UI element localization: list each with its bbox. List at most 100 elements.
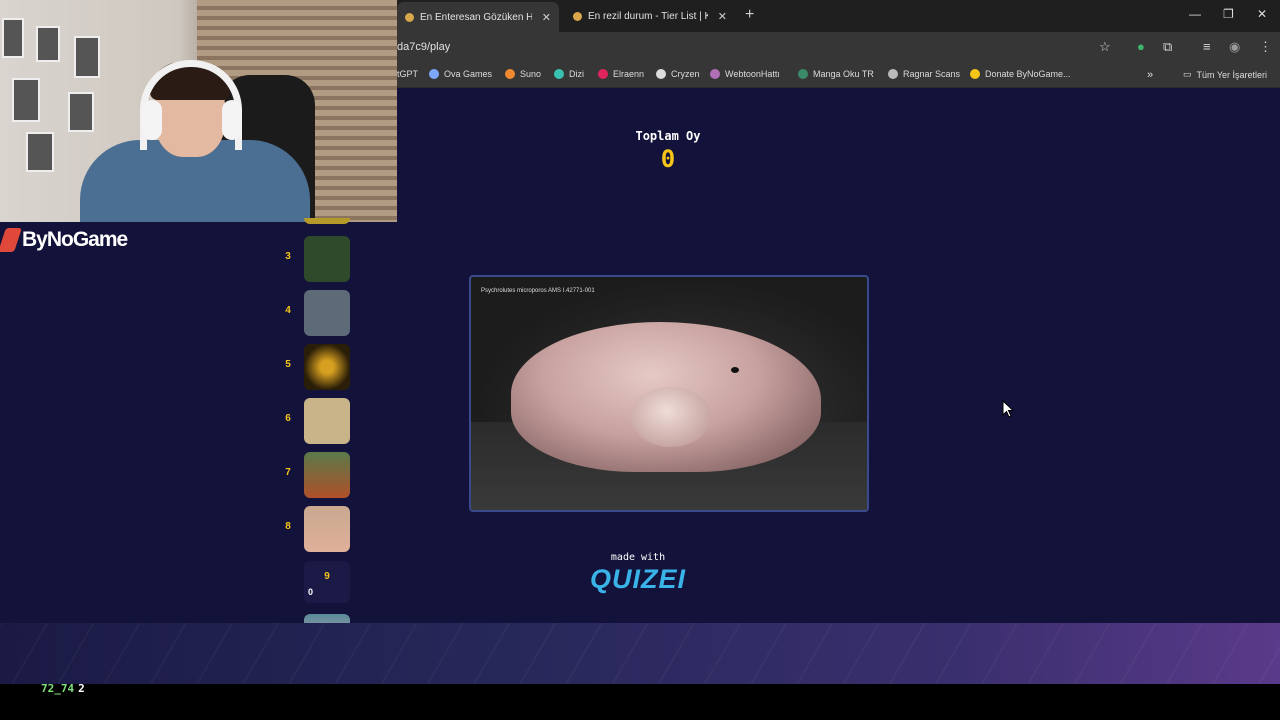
bookmark-item[interactable]: Dizi [554,69,584,79]
minimize-icon[interactable]: — [1189,7,1201,21]
menu-icon[interactable]: ⋮ [1259,39,1272,55]
rank-item[interactable]: 6 [280,398,352,444]
bookmark-icon [710,69,720,79]
all-bookmarks-label: Tüm Yer İşaretleri [1196,69,1268,80]
bookmark-item[interactable]: tGPT [397,69,418,79]
wall-photo [26,132,54,172]
profile-icon[interactable]: ◉ [1229,39,1240,55]
bookmark-item[interactable]: Elraenn [598,69,644,79]
wall-photo [68,92,94,132]
blobfish-eye [731,367,739,373]
bookmark-label: tGPT [397,69,419,79]
bookmark-icon [888,69,898,79]
bookmark-icon [798,69,808,79]
brand-text: ByNoGame [22,228,128,251]
page-bottom-pattern [0,623,1280,684]
tab-label: En Enteresan Gözüken Hayvan [420,11,532,23]
rank-thumbnail [304,290,350,336]
star-icon[interactable]: ☆ [1099,39,1111,55]
rank-item[interactable]: 5 [280,344,352,390]
image-caption: Psychrolutes microporos AMS I.42771-001 [481,288,595,294]
bookmark-item[interactable]: Ragnar Scans [888,69,960,79]
rank-slot-empty[interactable]: 9 0 [304,561,350,603]
bookmark-label: WebtoonHattı [725,69,780,79]
rank-item[interactable]: 3 [280,236,352,282]
wall-photo [36,26,60,62]
rank-item[interactable]: 4 [280,290,352,336]
rank-thumbnail [304,218,350,224]
bookmark-label: Ova Games [444,69,493,79]
total-votes-value: 0 [660,145,676,173]
wall-photo [2,18,24,58]
rank-thumbnail [304,236,350,282]
rank-thumbnail [304,452,350,498]
bookmarks-overflow-icon[interactable]: » [1147,69,1153,81]
bookmark-label: Dizi [569,69,584,79]
tab-favicon-icon [573,11,582,21]
mouse-cursor-icon [1002,400,1014,418]
brand-mark-icon [0,228,22,252]
bookmark-icon [656,69,666,79]
bookmarks-bar: tGPT Ova Games Suno Dizi Elraenn Cryzen … [397,62,1280,88]
stream-bottom-bar [0,684,1280,720]
screen: En Enteresan Gözüken Hayvan ✕ En rezil d… [0,0,1280,720]
tab-close-icon[interactable]: ✕ [542,11,551,24]
bookmark-item[interactable]: Cryzen [656,69,700,79]
rank-number: 9 [324,571,330,582]
bookmark-icon [554,69,564,79]
tab-close-icon[interactable]: ✕ [718,10,727,23]
overlay-number: 2 [78,682,85,695]
rank-item[interactable]: 7 [280,452,352,498]
bookmark-label: Suno [520,69,542,79]
tab-label: En rezil durum - Tier List | Kör S [588,10,708,22]
stream-overlay-text: 72_74 2 [41,682,85,695]
tab-favicon-icon [405,12,414,22]
bookmark-label: Ragnar Scans [903,69,961,79]
rank-thumbnail [304,344,350,390]
rank-thumbnail [304,506,350,552]
rank-partial [280,218,352,224]
bookmark-label: Elraenn [613,69,645,79]
bookmark-label: Manga Oku TR [813,69,874,79]
blobfish-nose [631,387,711,447]
rank-number: 5 [285,359,291,370]
rank-item[interactable]: 8 [280,506,352,552]
made-with-label: made with [610,552,666,563]
rank-number: 7 [285,467,291,478]
bookmark-item[interactable]: Donate ByNoGame... [970,69,1071,79]
rank-number: 4 [285,305,291,316]
blobfish [511,322,821,472]
rank-vote-count: 0 [308,587,314,597]
restore-icon[interactable]: ❐ [1223,7,1234,21]
shield-extension-icon[interactable]: ● [1137,39,1145,54]
wall-photo [12,78,40,122]
bookmark-item[interactable]: Manga Oku TR [798,69,874,79]
tab-active[interactable]: En Enteresan Gözüken Hayvan ✕ [397,2,559,32]
overlay-code: 72_74 [41,682,75,695]
candidate-image[interactable]: Psychrolutes microporos AMS I.42771-001 [469,275,869,512]
bookmark-icon [429,69,439,79]
new-tab-icon[interactable]: + [745,6,754,24]
bookmark-item[interactable]: Ova Games [429,69,492,79]
extension-icon[interactable]: ⧉ [1163,39,1172,55]
quizei-logo[interactable]: QUIZEI [578,564,698,595]
all-bookmarks[interactable]: ▭ Tüm Yer İşaretleri [1183,69,1267,80]
bookmark-item[interactable]: Suno [505,69,541,79]
rank-number: 8 [285,521,291,532]
bookmark-icon [505,69,515,79]
folder-icon: ▭ [1183,69,1192,79]
tab-tier-list[interactable]: En rezil durum - Tier List | Kör S ✕ [565,4,735,28]
rank-number: 3 [285,251,291,262]
headset-earcup [142,100,162,140]
browser-tab-bar: En Enteresan Gözüken Hayvan ✕ En rezil d… [397,0,1280,32]
bookmark-item[interactable]: WebtoonHattı [710,69,780,79]
bookmark-label: Cryzen [671,69,700,79]
bookmark-label: Donate ByNoGame... [985,69,1071,79]
brand-logo: ByNoGame [0,228,128,252]
rank-thumbnail [304,398,350,444]
total-votes-label: Toplam Oy [635,129,701,143]
close-window-icon[interactable]: ✕ [1257,7,1267,21]
wall-photo [74,36,100,78]
url-text[interactable]: da7c9/play [397,41,450,53]
media-control-icon[interactable]: ≡ [1203,39,1211,54]
